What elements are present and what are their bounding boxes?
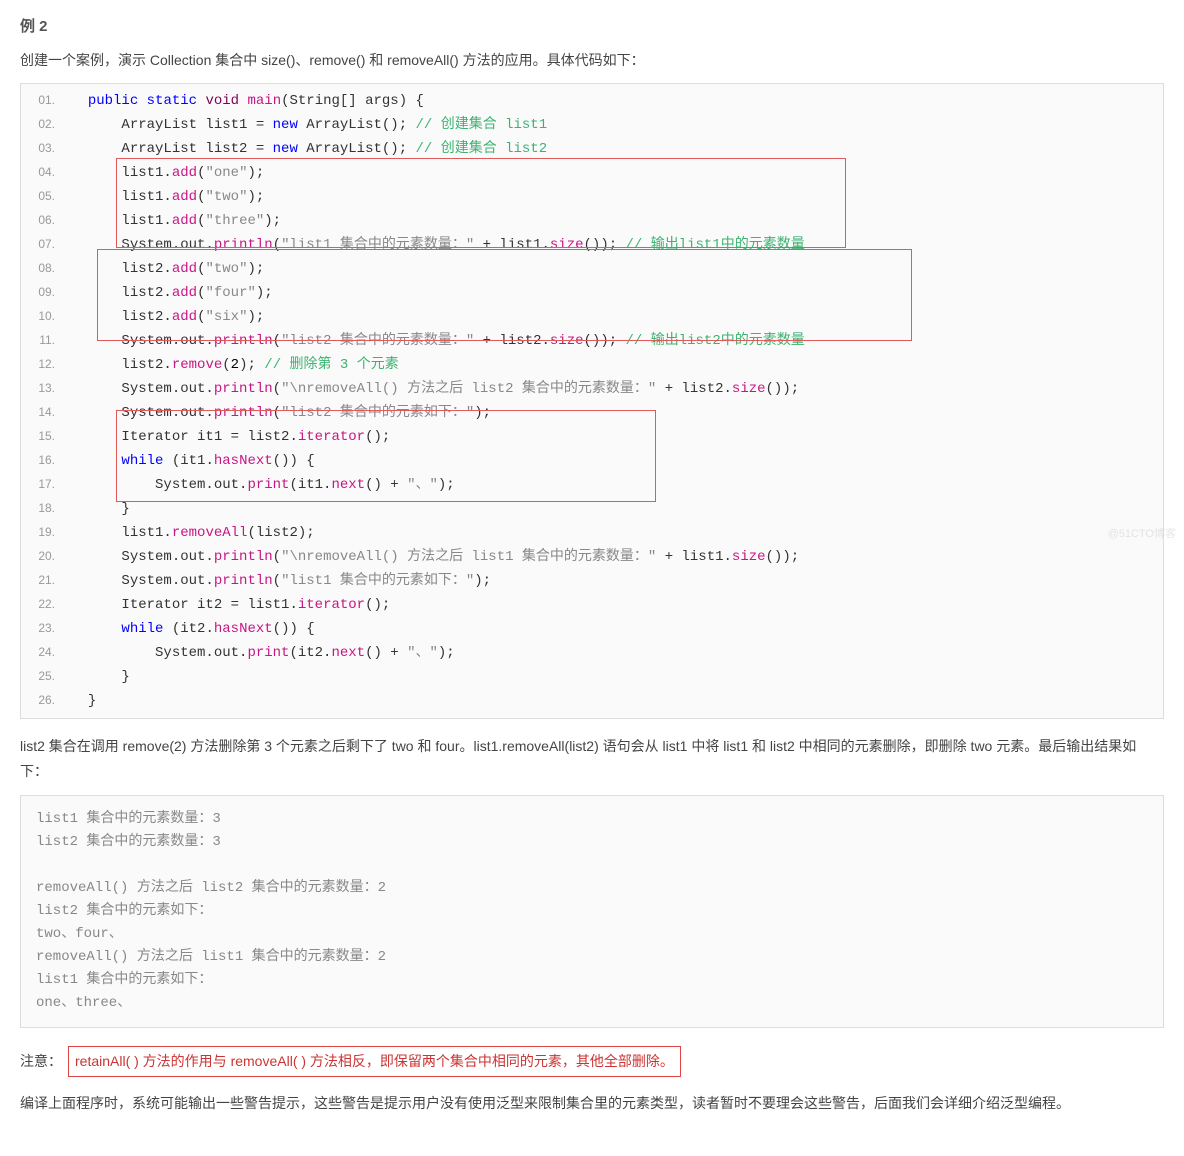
intro-text: 创建一个案例，演示 Collection 集合中 size()、remove()… [20, 48, 1164, 73]
output-block: list1 集合中的元素数量：3 list2 集合中的元素数量：3 remove… [20, 795, 1164, 1028]
example-heading: 例 2 [20, 15, 1164, 36]
final-text: 编译上面程序时，系统可能输出一些警告提示，这些警告是提示用户没有使用泛型来限制集… [20, 1091, 1164, 1116]
line-no: 01. [21, 89, 71, 112]
explanation-text: list2 集合在调用 remove(2) 方法删除第 3 个元素之后剩下了 t… [20, 734, 1164, 784]
note-box: retainAll( ) 方法的作用与 removeAll( ) 方法相反，即保… [68, 1046, 681, 1077]
note-label: 注意： [20, 1049, 62, 1074]
note-line: 注意： retainAll( ) 方法的作用与 removeAll( ) 方法相… [20, 1046, 1164, 1077]
code-block: 01. public static void main(String[] arg… [20, 83, 1164, 719]
watermark: @51CTO博客 [1108, 525, 1176, 541]
